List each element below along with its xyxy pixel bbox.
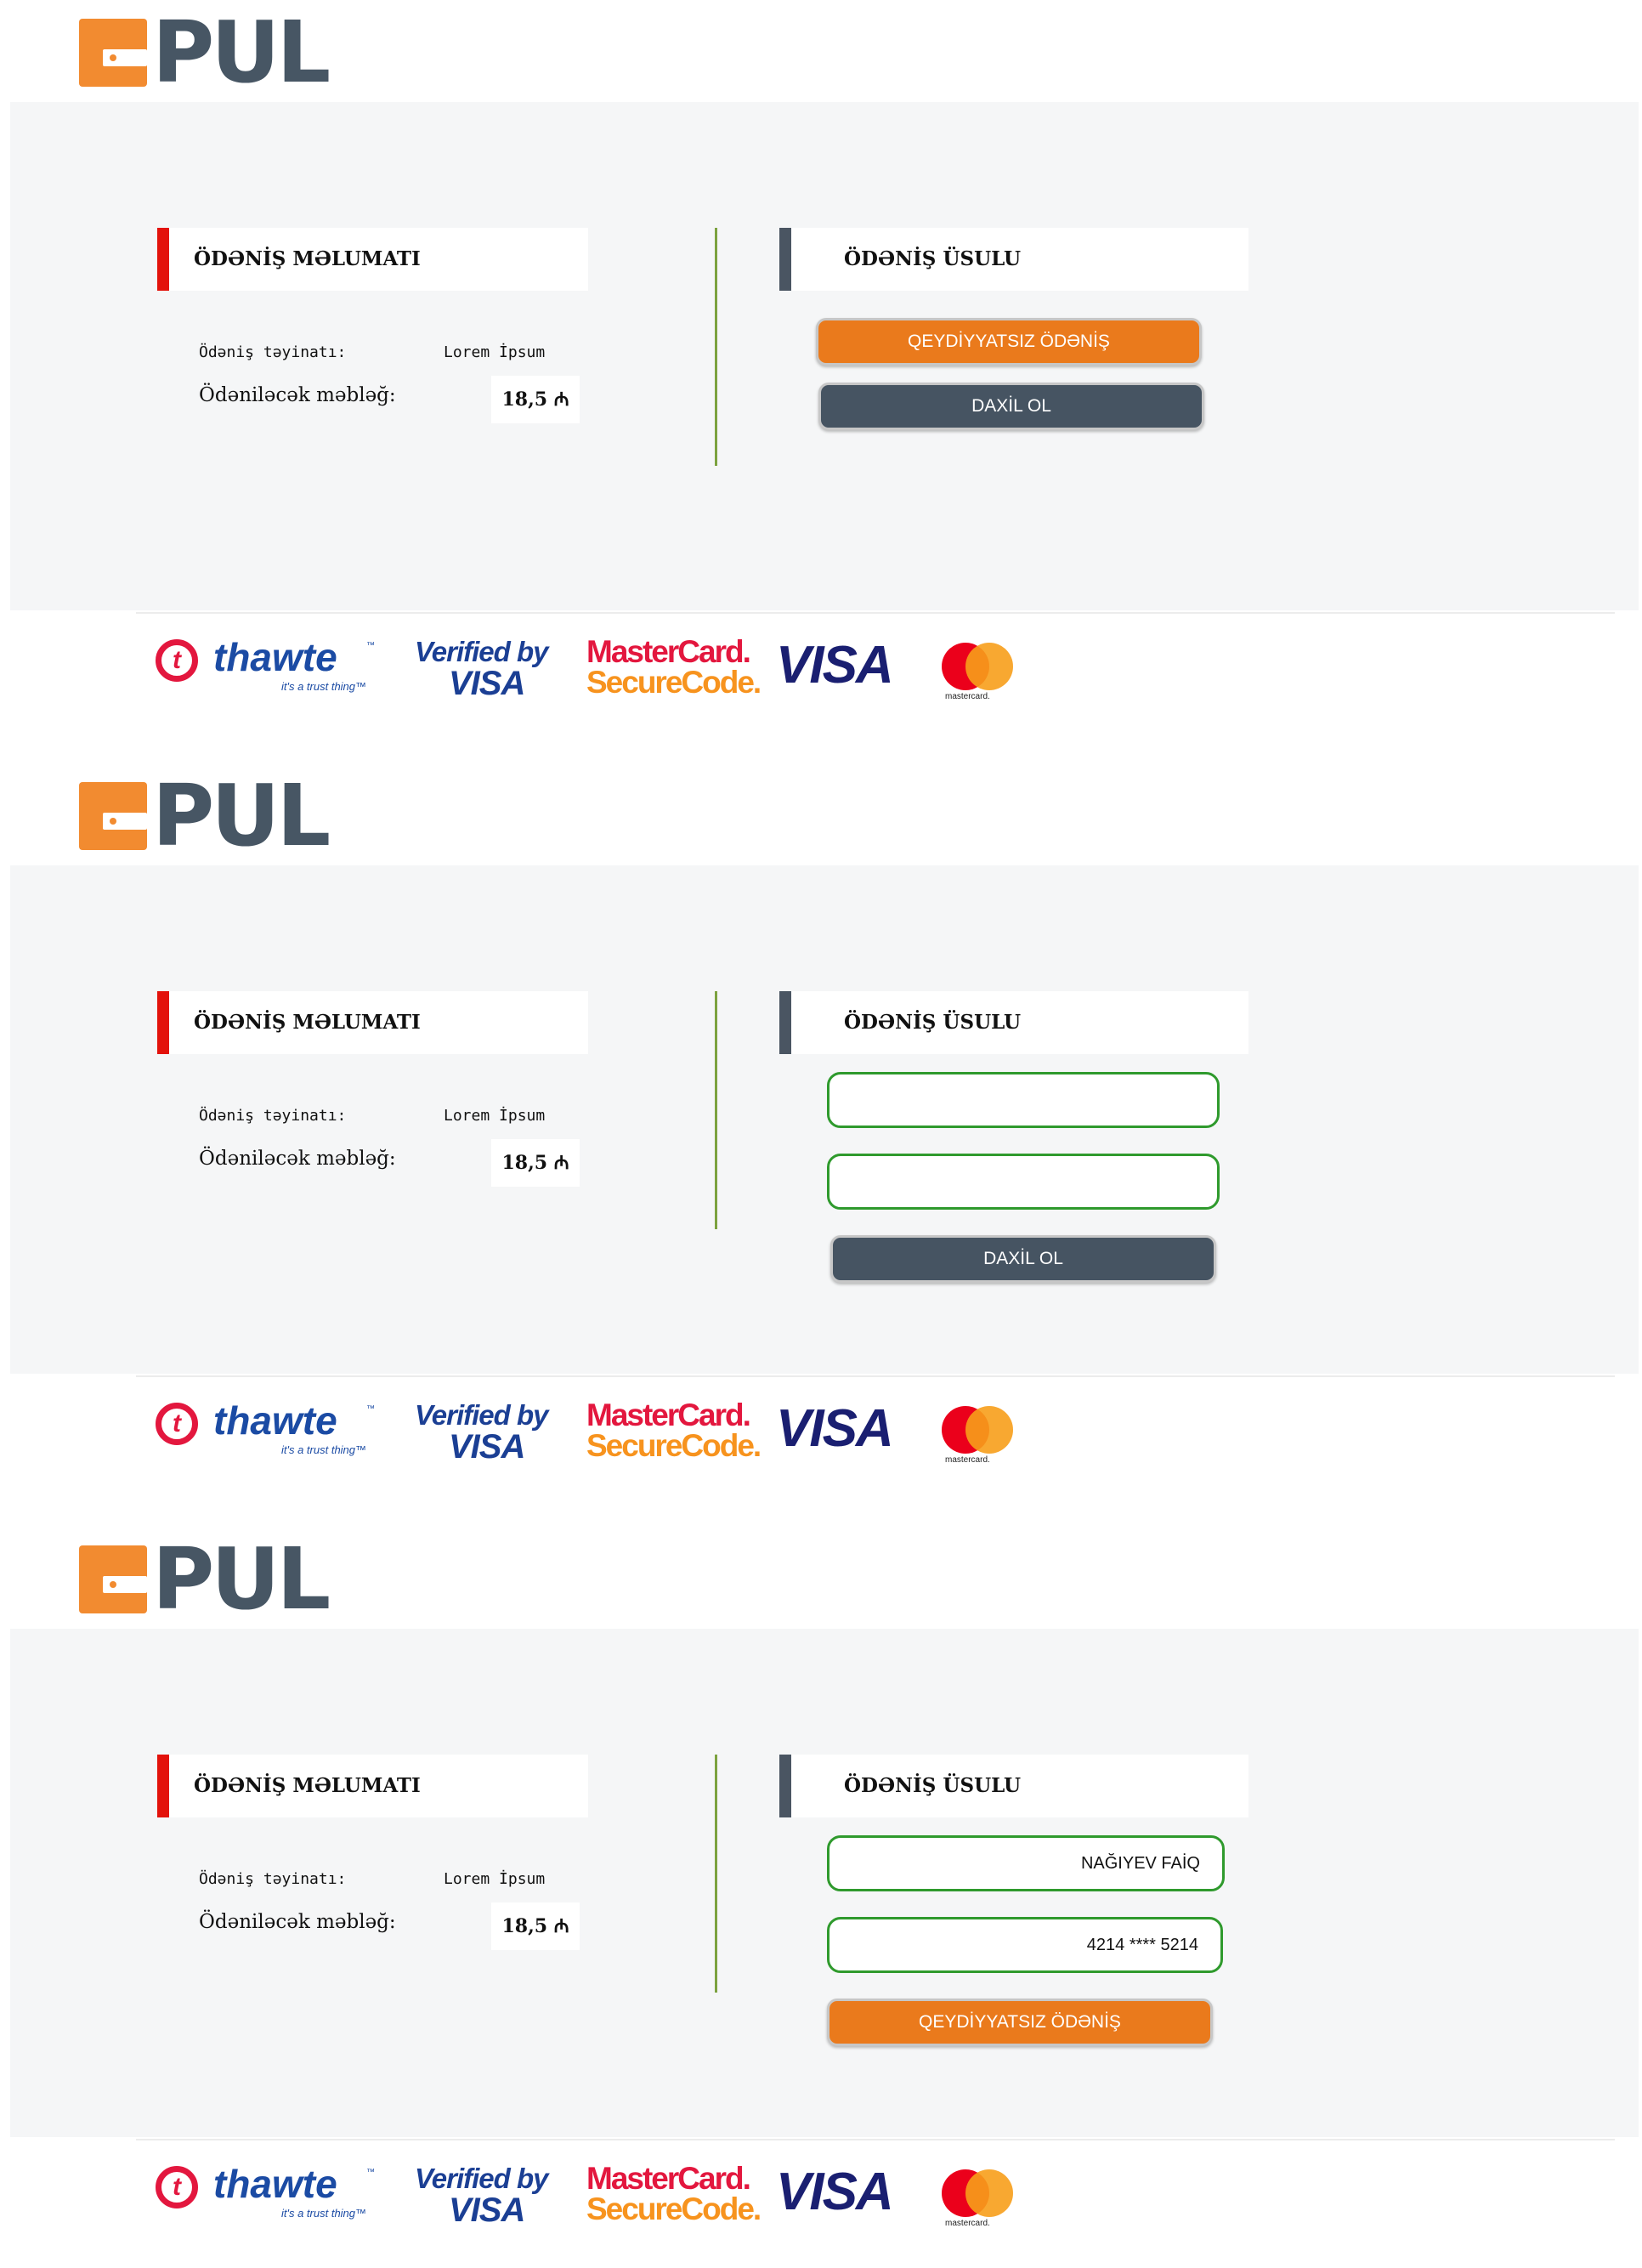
footer-divider	[136, 612, 1615, 614]
payment-panel: ÖDƏNİŞ MƏLUMATI Ödəniş təyinatı: Lorem İ…	[10, 865, 1639, 1374]
mastercard-securecode-badge: MasterCard. SecureCode.	[586, 634, 762, 700]
divider	[715, 228, 717, 466]
logo-text: PUL	[152, 1529, 331, 1629]
security-badges: t thawte ™ it's a trust thing™ Verified …	[156, 1396, 1022, 1466]
payment-method-header: ÖDƏNİŞ ÜSULU	[779, 1755, 1248, 1817]
mastercard-logo: mastercard.	[942, 2169, 1018, 2229]
mastercard-securecode-badge: MasterCard. SecureCode.	[586, 2161, 762, 2226]
visa-logo: VISA	[776, 2163, 894, 2221]
screen-state-login-form: PUL ÖDƏNİŞ MƏLUMATI Ödəniş təyinatı: Lor…	[0, 763, 1642, 1503]
payment-method-header: ÖDƏNİŞ ÜSULU	[779, 228, 1248, 291]
guest-pay-button[interactable]: QEYDİYYATSIZ ÖDƏNİŞ	[827, 1999, 1213, 2046]
purpose-label: Ödəniş təyinatı:	[199, 1870, 347, 1888]
login-username-input[interactable]	[827, 1072, 1220, 1128]
mastercard-securecode-badge: MasterCard. SecureCode.	[586, 1398, 762, 1463]
payment-info-header: ÖDƏNİŞ MƏLUMATI	[157, 1755, 588, 1817]
screen-state-guest-form-filled: PUL ÖDƏNİŞ MƏLUMATI Ödəniş təyinatı: Lor…	[0, 1527, 1642, 2266]
amount-label: Ödəniləcək məbləğ:	[199, 1148, 396, 1170]
epul-logo: PUL	[79, 770, 334, 862]
payment-panel: ÖDƏNİŞ MƏLUMATI Ödəniş təyinatı: Lorem İ…	[10, 1629, 1639, 2137]
payment-panel: ÖDƏNİŞ MƏLUMATI Ödəniş təyinatı: Lorem İ…	[10, 102, 1639, 610]
cardholder-name-input[interactable]: NAĞIYEV FAİQ	[827, 1835, 1225, 1891]
payment-method-title: ÖDƏNİŞ ÜSULU	[844, 1774, 1022, 1797]
mastercard-logo: mastercard.	[942, 643, 1018, 702]
thawte-badge: t thawte ™ it's a trust thing™	[156, 635, 389, 695]
screen-state-choose-method: PUL ÖDƏNİŞ MƏLUMATI Ödəniş təyinatı: Lor…	[0, 0, 1642, 740]
security-badges: t thawte ™ it's a trust thing™ Verified …	[156, 632, 1022, 702]
verified-by-visa-badge: Verified by VISA	[415, 636, 548, 702]
amount-value: 18,5 ₼	[491, 1902, 580, 1950]
footer-divider	[136, 2139, 1615, 2140]
verified-by-visa-badge: Verified by VISA	[415, 2163, 548, 2229]
wallet-icon	[79, 782, 147, 850]
payment-info-title: ÖDƏNİŞ MƏLUMATI	[194, 1774, 421, 1797]
amount-value: 18,5 ₼	[491, 1139, 580, 1187]
logo-text: PUL	[152, 766, 331, 865]
wallet-icon	[79, 19, 147, 87]
login-password-input[interactable]	[827, 1154, 1220, 1210]
verified-by-visa-badge: Verified by VISA	[415, 1399, 548, 1466]
thawte-icon: t	[156, 2166, 198, 2208]
divider	[715, 1755, 717, 1993]
payment-info-header: ÖDƏNİŞ MƏLUMATI	[157, 228, 588, 291]
epul-logo: PUL	[79, 7, 334, 99]
thawte-badge: t thawte ™ it's a trust thing™	[156, 2162, 389, 2222]
payment-method-title: ÖDƏNİŞ ÜSULU	[844, 247, 1022, 270]
purpose-label: Ödəniş təyinatı:	[199, 1107, 347, 1125]
mastercard-logo: mastercard.	[942, 1406, 1018, 1466]
purpose-value: Lorem İpsum	[444, 1107, 546, 1125]
thawte-icon: t	[156, 639, 198, 682]
purpose-value: Lorem İpsum	[444, 1870, 546, 1888]
logo-text: PUL	[152, 3, 331, 102]
payment-info-title: ÖDƏNİŞ MƏLUMATI	[194, 1011, 421, 1034]
payment-info-header: ÖDƏNİŞ MƏLUMATI	[157, 991, 588, 1054]
footer-divider	[136, 1375, 1615, 1377]
amount-label: Ödəniləcək məbləğ:	[199, 384, 396, 406]
payment-method-header: ÖDƏNİŞ ÜSULU	[779, 991, 1248, 1054]
visa-logo: VISA	[776, 636, 894, 695]
amount-value: 18,5 ₼	[491, 376, 580, 423]
login-button[interactable]: DAXİL OL	[818, 383, 1204, 430]
purpose-value: Lorem İpsum	[444, 343, 546, 361]
visa-logo: VISA	[776, 1399, 894, 1458]
thawte-icon: t	[156, 1403, 198, 1445]
divider	[715, 991, 717, 1229]
epul-logo: PUL	[79, 1534, 334, 1625]
amount-label: Ödəniləcək məbləğ:	[199, 1911, 396, 1933]
payment-info-title: ÖDƏNİŞ MƏLUMATI	[194, 247, 421, 270]
security-badges: t thawte ™ it's a trust thing™ Verified …	[156, 2159, 1022, 2229]
login-button[interactable]: DAXİL OL	[830, 1235, 1216, 1283]
purpose-label: Ödəniş təyinatı:	[199, 343, 347, 361]
wallet-icon	[79, 1545, 147, 1613]
guest-pay-button[interactable]: QEYDİYYATSIZ ÖDƏNİŞ	[816, 318, 1202, 366]
payment-method-title: ÖDƏNİŞ ÜSULU	[844, 1011, 1022, 1034]
thawte-badge: t thawte ™ it's a trust thing™	[156, 1398, 389, 1459]
card-number-input[interactable]: 4214 **** 5214	[827, 1917, 1223, 1973]
